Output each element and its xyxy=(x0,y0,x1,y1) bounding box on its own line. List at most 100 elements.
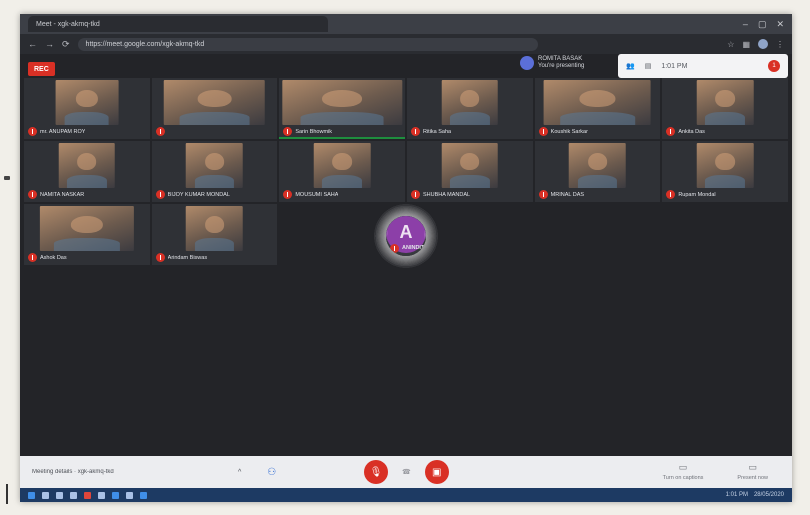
close-icon[interactable]: ✕ xyxy=(776,19,784,30)
app-icon[interactable] xyxy=(98,491,105,499)
top-time: 1:01 PM xyxy=(661,62,688,70)
start-icon[interactable] xyxy=(28,491,35,499)
video-feed xyxy=(696,143,754,188)
camera-off-icon[interactable]: ▣ xyxy=(424,460,449,484)
participant-tile[interactable]: AANINDITA MAHALI xyxy=(386,215,426,256)
mic-off-icon xyxy=(283,127,293,136)
participant-name: Sarin Bhowmik xyxy=(295,128,333,135)
present-icon: ▭ xyxy=(748,462,757,472)
video-feed xyxy=(569,143,626,188)
video-feed xyxy=(186,143,243,188)
minimize-icon[interactable]: – xyxy=(743,19,748,30)
captions-button[interactable]: ▭ Turn on captions xyxy=(663,462,704,481)
participant-tile[interactable]: Sarin Bhowmik xyxy=(279,78,405,139)
presenter-avatar xyxy=(520,56,534,70)
participant-tile[interactable] xyxy=(151,78,278,139)
screen-photo: Meet - xgk-akmq-tkd – ▢ ✕ ← → ⟳ https://… xyxy=(20,14,792,502)
reload-icon[interactable]: ⟳ xyxy=(62,39,70,50)
participant-name: Ritika Saha xyxy=(422,128,452,135)
mic-off-icon xyxy=(666,190,676,199)
participant-nameplate: SHUBHA MANDAL xyxy=(410,190,470,199)
video-feed xyxy=(282,80,402,125)
back-icon[interactable]: ← xyxy=(28,39,37,49)
participant-nameplate: Ankita Das xyxy=(666,127,705,136)
present-button[interactable]: ▭ Present now xyxy=(737,462,768,481)
chrome-icon[interactable] xyxy=(112,491,119,499)
presenter-name: ROMITA BASAK xyxy=(538,56,583,62)
captions-icon: ▭ xyxy=(678,462,688,472)
participant-name: Koushik Sarkar xyxy=(550,128,588,135)
search-icon[interactable] xyxy=(42,491,49,499)
participant-tile[interactable]: MRINAL DAS xyxy=(534,141,661,202)
mic-off-icon xyxy=(155,190,165,199)
participant-name: Ankita Das xyxy=(678,128,705,135)
participant-tile[interactable]: Arindam Biswas xyxy=(151,204,278,265)
participant-name: MOUSUMI SAHA xyxy=(295,191,339,198)
meeting-controls-bar: Meeting details · xgk-akmq-tkd ^ ⚇ 🎙 ☎ ▣… xyxy=(20,456,792,488)
tray-date: 28/05/2020 xyxy=(753,492,784,498)
star-icon[interactable]: ☆ xyxy=(727,40,734,49)
participant-nameplate: Koushik Sarkar xyxy=(538,127,588,136)
margin-mark xyxy=(4,176,10,180)
app-icon[interactable] xyxy=(84,491,91,499)
people-icon[interactable]: ⚇ xyxy=(267,467,276,478)
url-field[interactable]: https://meet.google.com/xgk-akmq-tkd xyxy=(77,37,538,51)
video-feed xyxy=(39,206,134,251)
participant-tile[interactable]: MOUSUMI SAHA xyxy=(279,141,405,202)
participant-tile[interactable]: mr. ANUPAM ROY xyxy=(24,78,150,139)
recording-badge: REC xyxy=(28,62,55,76)
participant-tile[interactable]: BIJOY KUMAR MONDAL xyxy=(151,141,278,202)
participant-grid: mr. ANUPAM ROY Sarin Bhowmik Ritika Saha Ko… xyxy=(24,78,788,454)
participant-name: mr. ANUPAM ROY xyxy=(40,128,86,135)
windows-taskbar: 1:01 PM 28/05/2020 xyxy=(20,488,792,502)
extensions-icon[interactable]: ▦ xyxy=(742,40,750,49)
taskview-icon[interactable] xyxy=(56,491,63,499)
participant-nameplate: NAMITA NASKAR xyxy=(28,190,84,199)
mic-off-icon xyxy=(155,253,165,262)
url-text: https://meet.google.com/xgk-akmq-tkd xyxy=(85,40,205,48)
forward-icon[interactable]: → xyxy=(45,39,54,49)
profile-icon[interactable] xyxy=(758,39,768,49)
video-feed xyxy=(696,80,754,125)
app-icon[interactable] xyxy=(126,491,133,499)
participant-nameplate: Sarin Bhowmik xyxy=(283,127,332,136)
maximize-icon[interactable]: ▢ xyxy=(758,19,767,30)
participant-tile[interactable]: Ritika Saha xyxy=(406,78,533,139)
participant-tile[interactable]: SHUBHA MANDAL xyxy=(406,141,533,202)
tab-title: Meet - xgk-akmq-tkd xyxy=(36,20,100,28)
participant-nameplate: ANINDITA MAHALI xyxy=(390,243,426,253)
address-bar-row: ← → ⟳ https://meet.google.com/xgk-akmq-t… xyxy=(20,34,792,54)
participant-tile[interactable]: Koushik Sarkar xyxy=(534,78,661,139)
window-controls: – ▢ ✕ xyxy=(743,19,784,30)
participant-tile[interactable]: Rupam Mondal xyxy=(662,141,788,202)
participant-tile[interactable]: NAMITA NASKAR xyxy=(24,141,150,202)
mic-off-icon xyxy=(410,190,420,199)
participant-name: Ashok Das xyxy=(40,254,67,261)
margin-mark xyxy=(6,484,8,504)
meeting-details-button[interactable]: Meeting details · xgk-akmq-tkd xyxy=(32,469,232,475)
browser-tab[interactable]: Meet - xgk-akmq-tkd xyxy=(28,16,328,32)
meet-top-panel: 👥 ▤ 1:01 PM 1 xyxy=(618,54,788,78)
video-feed xyxy=(55,80,119,125)
mic-off-icon xyxy=(28,190,37,199)
video-feed xyxy=(186,206,243,251)
app-icon[interactable] xyxy=(140,491,147,499)
phone-hangup-icon[interactable]: ☎ xyxy=(402,468,411,476)
participant-tile[interactable]: Ankita Das xyxy=(662,78,788,139)
explorer-icon[interactable] xyxy=(70,491,77,499)
participant-nameplate xyxy=(155,127,168,136)
participant-tile[interactable]: Ashok Das xyxy=(24,204,150,265)
video-feed xyxy=(544,80,651,125)
active-speaker-bar xyxy=(279,137,405,139)
participant-nameplate: BIJOY KUMAR MONDAL xyxy=(155,190,230,199)
mic-off-icon xyxy=(410,127,420,136)
menu-icon[interactable]: ⋮ xyxy=(776,40,784,49)
video-feed xyxy=(313,143,371,188)
mic-off-icon[interactable]: 🎙 xyxy=(364,460,388,484)
chat-icon[interactable]: ▤ xyxy=(645,62,652,70)
presenter-sub: You're presenting xyxy=(538,63,585,69)
people-icon[interactable]: 👥 xyxy=(626,62,635,70)
call-controls: 🎙 ☎ ▣ xyxy=(364,460,449,484)
mic-off-icon xyxy=(28,127,37,136)
chevron-up-icon[interactable]: ^ xyxy=(238,469,241,476)
